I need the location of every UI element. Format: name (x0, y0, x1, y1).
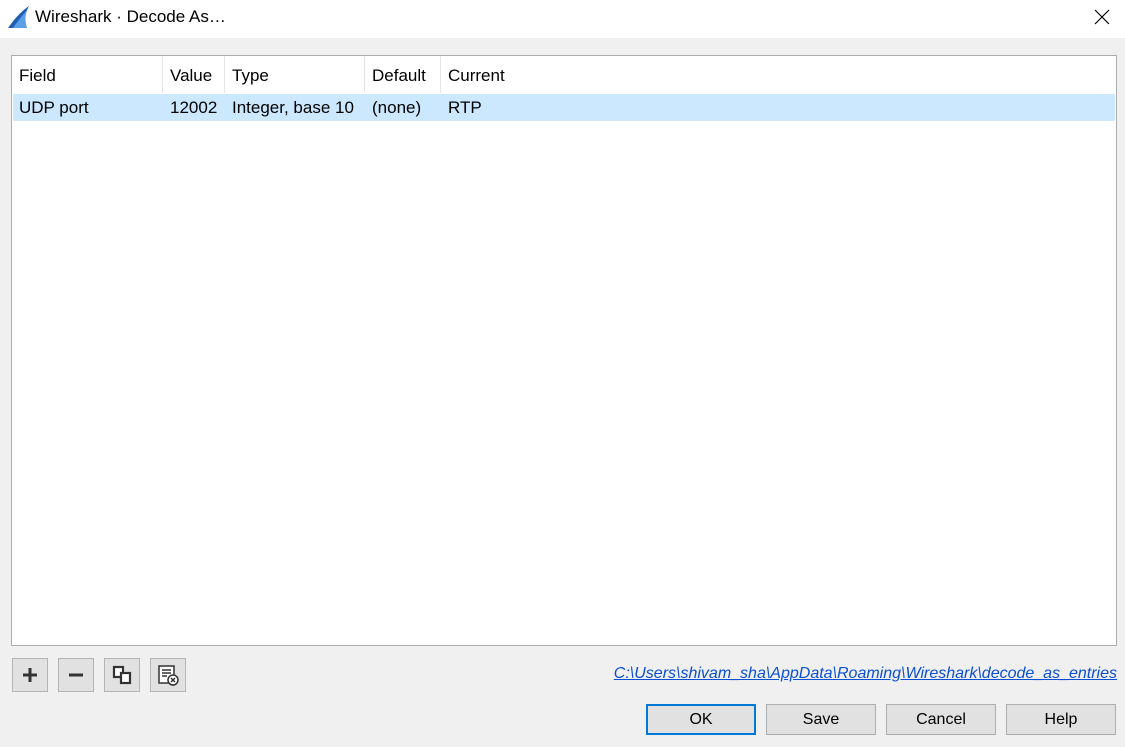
add-entry-button[interactable] (12, 658, 48, 692)
table-row[interactable]: UDP port 12002 Integer, base 10 (none) R… (13, 94, 1115, 121)
cell-default: (none) (372, 98, 422, 117)
window-title: Wireshark · Decode As… (35, 7, 226, 26)
cell-type: Integer, base 10 (232, 98, 354, 117)
column-header-field[interactable]: Field (12, 56, 163, 93)
cell-value: 12002 (170, 98, 218, 117)
plus-icon (23, 668, 37, 682)
copy-icon (112, 665, 132, 685)
remove-entry-button[interactable] (58, 658, 94, 692)
help-button[interactable]: Help (1006, 704, 1116, 735)
minus-icon (69, 673, 83, 677)
copy-entry-button[interactable] (104, 658, 140, 692)
decode-as-entries-path-link[interactable]: C:\Users\shivam_sha\AppData\Roaming\Wire… (614, 665, 1117, 683)
column-header-default[interactable]: Default (365, 56, 441, 93)
save-button[interactable]: Save (766, 704, 876, 735)
table-header: Field Value Type Default Current (12, 56, 1116, 93)
column-header-value[interactable]: Value (163, 56, 225, 93)
column-header-type[interactable]: Type (225, 56, 365, 93)
clear-entries-button[interactable] (150, 658, 186, 692)
cell-current: RTP (448, 98, 482, 117)
title-bar: Wireshark · Decode As… (0, 0, 1125, 38)
ok-button[interactable]: OK (646, 704, 756, 735)
cell-field: UDP port (19, 98, 89, 117)
decode-as-table: Field Value Type Default Current UDP por… (11, 55, 1117, 646)
clear-list-icon (158, 665, 179, 686)
wireshark-fin-icon (8, 6, 29, 28)
close-icon (1094, 9, 1110, 25)
cancel-button[interactable]: Cancel (886, 704, 996, 735)
column-header-current[interactable]: Current (441, 56, 641, 93)
close-button[interactable] (1079, 0, 1125, 34)
